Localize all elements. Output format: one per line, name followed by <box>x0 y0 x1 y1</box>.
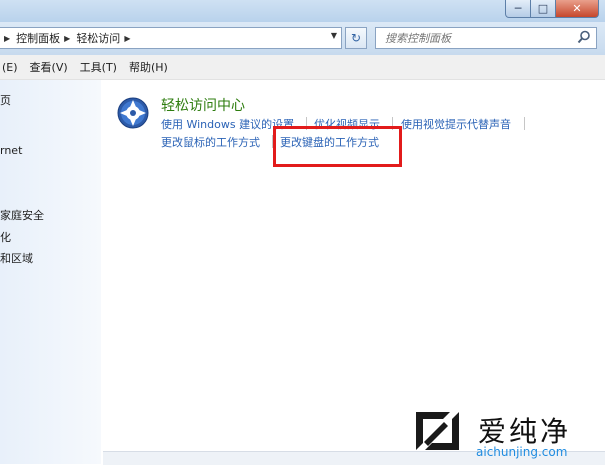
breadcrumb-control-panel[interactable]: 控制面板 <box>16 30 60 46</box>
window-controls: ─ □ ✕ <box>505 0 599 18</box>
watermark-url: aichunjing.com <box>476 445 568 459</box>
watermark: 爱纯净 aichunjing.com <box>410 406 600 464</box>
close-button[interactable]: ✕ <box>556 0 599 18</box>
watermark-brand: 爱纯净 <box>478 415 572 448</box>
category-title[interactable]: 轻松访问中心 <box>161 95 245 115</box>
link-change-mouse-settings[interactable]: 更改鼠标的工作方式 <box>161 134 260 150</box>
search-box[interactable] <box>375 27 597 49</box>
menu-help[interactable]: 帮助(H) <box>123 59 174 75</box>
minimize-button[interactable]: ─ <box>505 0 531 18</box>
sidebar-item-internet[interactable]: rnet <box>0 144 22 157</box>
maximize-button[interactable]: □ <box>531 0 556 18</box>
refresh-button[interactable]: ↻ <box>345 27 367 49</box>
watermark-logo-icon <box>416 412 459 450</box>
link-visual-cues-for-sounds[interactable]: 使用视觉提示代替声音 <box>401 116 511 132</box>
breadcrumb-arrow-icon[interactable]: ▶ <box>64 34 70 43</box>
title-bar: ─ □ ✕ <box>0 0 605 22</box>
breadcrumb-arrow-icon[interactable]: ▶ <box>4 34 10 43</box>
refresh-icon: ↻ <box>350 31 362 45</box>
address-toolbar: ▶ 控制面板 ▶ 轻松访问 ▶ ▼ ↻ <box>0 22 605 55</box>
address-bar[interactable]: ▶ 控制面板 ▶ 轻松访问 ▶ ▼ <box>0 27 342 49</box>
link-separator <box>524 117 525 130</box>
search-input[interactable] <box>383 30 567 46</box>
menu-view[interactable]: 查看(V) <box>24 59 74 75</box>
breadcrumb-arrow-icon[interactable]: ▶ <box>124 34 130 43</box>
highlight-box <box>273 126 402 167</box>
sidebar-item-region[interactable]: 和区域 <box>0 250 33 266</box>
sidebar-item-home[interactable]: 页 <box>0 92 11 108</box>
search-icon[interactable] <box>577 30 591 44</box>
menu-edit[interactable]: (E) <box>0 61 24 74</box>
sidebar-item-family-safety[interactable]: 家庭安全 <box>0 207 44 223</box>
menu-tools[interactable]: 工具(T) <box>74 59 123 75</box>
menu-bar: (E) 查看(V) 工具(T) 帮助(H) <box>0 55 605 80</box>
breadcrumb-ease-of-access[interactable]: 轻松访问 <box>76 30 120 46</box>
address-dropdown-icon[interactable]: ▼ <box>331 31 337 40</box>
ease-of-access-icon[interactable] <box>117 97 149 129</box>
sidebar-item-personalization[interactable]: 化 <box>0 229 11 245</box>
sidebar: 页 rnet 家庭安全 化 和区域 <box>0 80 101 464</box>
